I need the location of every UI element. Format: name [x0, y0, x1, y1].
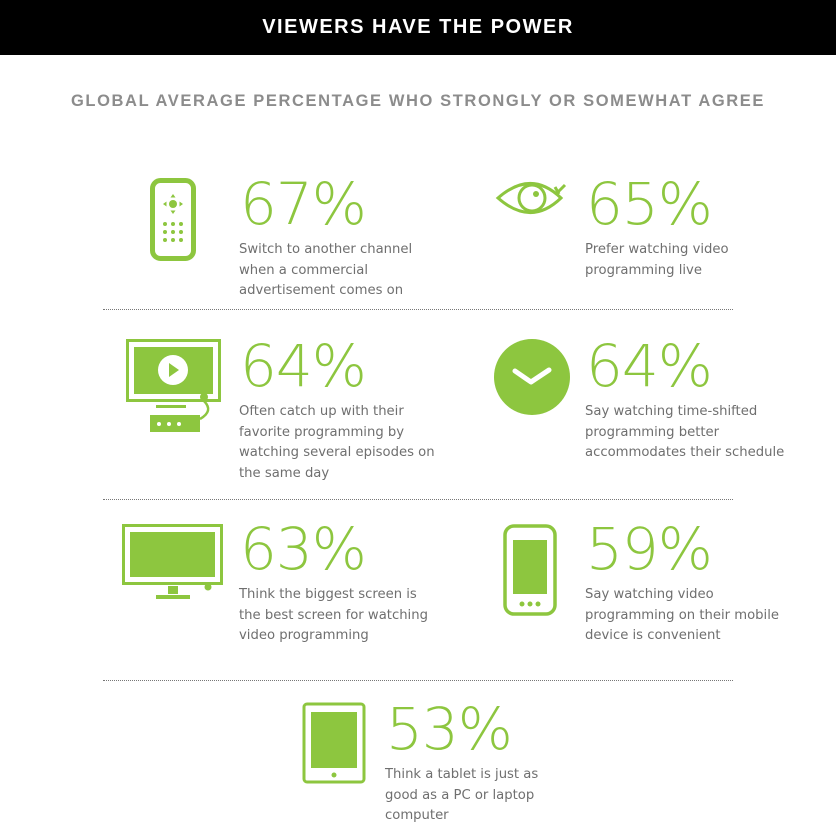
header-title: VIEWERS HAVE THE POWER [262, 16, 574, 38]
divider [103, 309, 733, 310]
clock-icon [494, 339, 570, 415]
stat-percent: 59% [586, 515, 713, 583]
stat-percent: 64% [586, 332, 713, 400]
big-screen-tv-icon [122, 524, 223, 599]
subtitle: GLOBAL AVERAGE PERCENTAGE WHO STRONGLY O… [70, 92, 766, 110]
stat-percent: 65% [586, 170, 713, 238]
stat-description: Say watching video programming on their … [585, 587, 779, 643]
mobile-phone-icon [503, 524, 557, 616]
divider [103, 680, 733, 681]
header-bar: VIEWERS HAVE THE POWER [0, 0, 836, 55]
stat-description: Prefer watching video programming live [585, 242, 729, 278]
stat-percent: 67% [240, 170, 367, 238]
stat-percent: 63% [240, 515, 367, 583]
tv-with-set-top-box-icon [126, 339, 221, 432]
stat-description: Think a tablet is just as good as a PC o… [385, 767, 539, 823]
stat-percent: 53% [386, 695, 513, 763]
remote-control-icon [150, 178, 196, 261]
stat-percent: 64% [240, 332, 367, 400]
stat-description: Say watching time-shifted programming be… [585, 404, 785, 460]
stat-description: Think the biggest screen is the best scr… [239, 587, 428, 643]
divider [103, 499, 733, 500]
stat-description: Often catch up with their favorite progr… [239, 404, 435, 481]
stat-description: Switch to another channel when a commerc… [239, 242, 413, 298]
tablet-icon [302, 702, 366, 784]
eye-icon [495, 182, 567, 214]
